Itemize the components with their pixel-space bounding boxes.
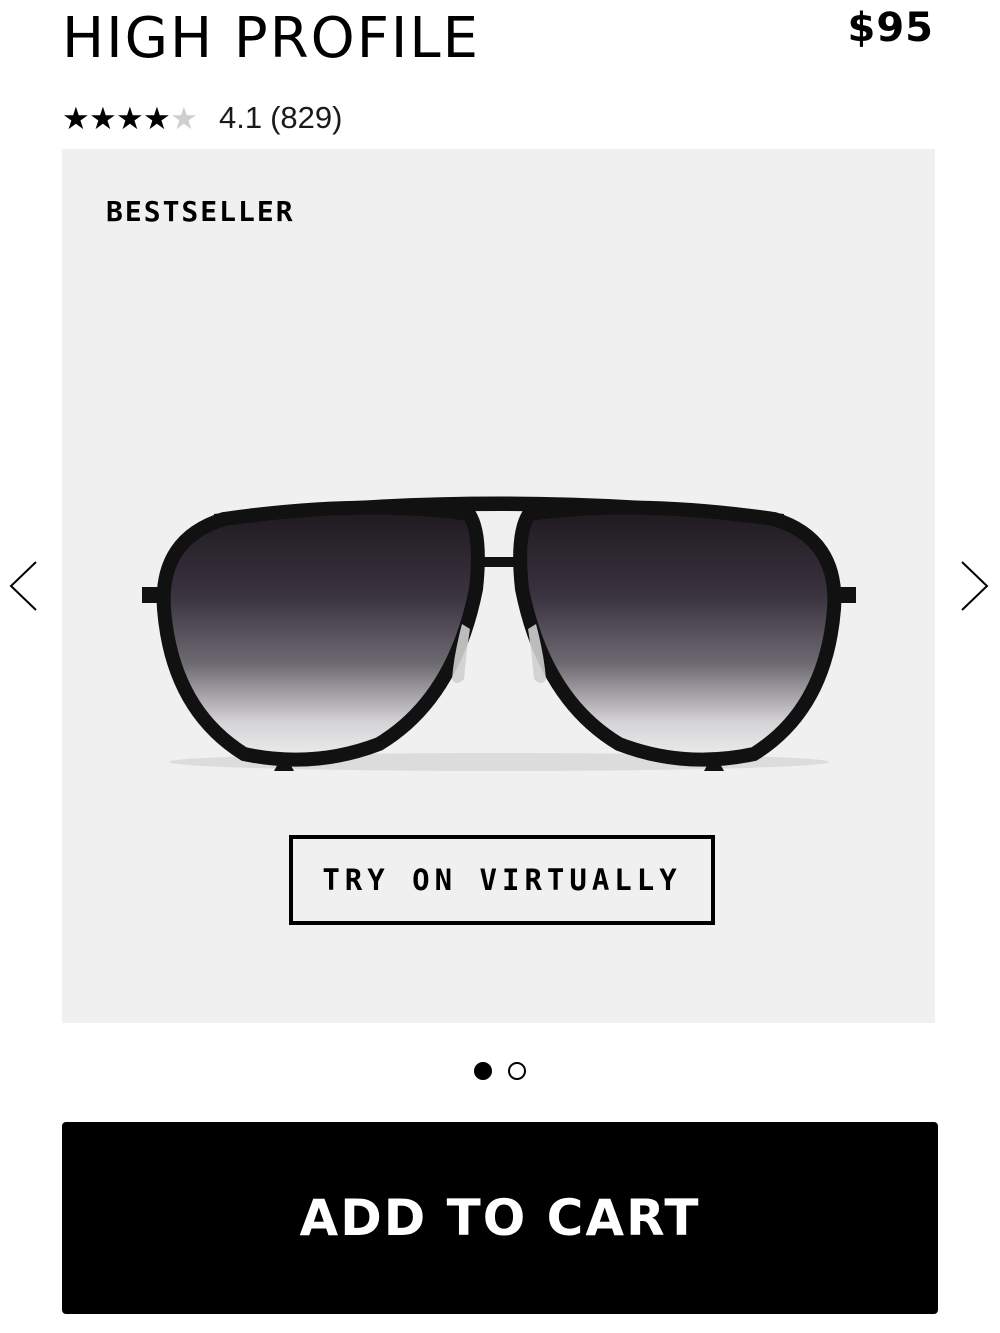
rating-text: 4.1 (829) bbox=[219, 100, 342, 136]
product-title: HIGH PROFILE bbox=[62, 6, 480, 71]
star-icon: ★ bbox=[143, 100, 171, 136]
rating-score: 4.1 bbox=[219, 100, 263, 135]
carousel-dot-2[interactable] bbox=[508, 1062, 526, 1080]
star-rating: ★ ★ ★ ★ ★ bbox=[62, 100, 198, 136]
carousel-dot-1[interactable] bbox=[474, 1062, 492, 1080]
star-icon: ★ bbox=[62, 100, 90, 136]
rating-summary[interactable]: ★ ★ ★ ★ ★ 4.1 (829) bbox=[62, 96, 342, 140]
review-count: (829) bbox=[270, 100, 343, 135]
add-to-cart-button[interactable]: ADD TO CART bbox=[62, 1122, 938, 1314]
aviator-sunglasses-image bbox=[142, 496, 856, 771]
carousel-pagination bbox=[0, 1062, 1000, 1080]
star-icon: ★ bbox=[116, 100, 144, 136]
chevron-left-icon[interactable] bbox=[8, 560, 38, 612]
product-image-carousel[interactable]: BESTSELLER TRY ON VIRTUALLY bbox=[62, 149, 935, 1023]
try-on-virtually-button[interactable]: TRY ON VIRTUALLY bbox=[289, 835, 715, 925]
chevron-right-icon[interactable] bbox=[960, 560, 990, 612]
product-price: $95 bbox=[847, 5, 934, 51]
star-empty-icon: ★ bbox=[170, 100, 198, 136]
star-icon: ★ bbox=[89, 100, 117, 136]
bestseller-badge: BESTSELLER bbox=[106, 195, 295, 228]
product-page: HIGH PROFILE $95 ★ ★ ★ ★ ★ 4.1 (829) BES… bbox=[0, 0, 1000, 1333]
